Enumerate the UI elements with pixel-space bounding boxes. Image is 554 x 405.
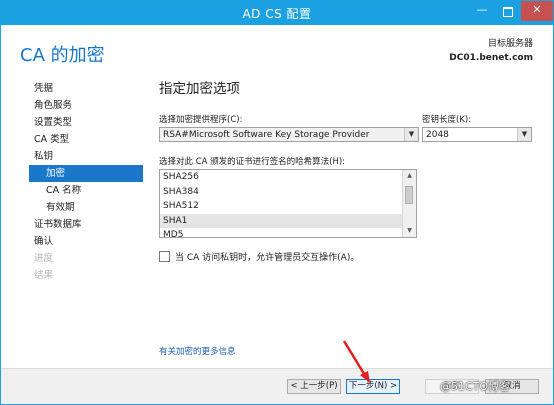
- next-button[interactable]: 下一步(N) >: [346, 379, 400, 394]
- hash-list-scrollbar[interactable]: ▲ ▼: [402, 170, 416, 237]
- target-server-label: 目标服务器: [487, 39, 533, 49]
- provider-value: RSA#Microsoft Software Key Storage Provi…: [163, 130, 370, 140]
- page-title: CA 的加密: [20, 45, 105, 66]
- section-title: 指定加密选项: [159, 81, 240, 97]
- nav-item-cryptography[interactable]: 加密: [29, 165, 143, 182]
- nav-item-ca-name[interactable]: CA 名称: [29, 182, 143, 199]
- nav-item-role-services[interactable]: 角色服务: [29, 97, 143, 114]
- hash-algorithm-list[interactable]: SHA256 SHA384 SHA512 SHA1 MD5 ▲ ▼: [159, 169, 417, 238]
- more-info-link[interactable]: 有关加密的更多信息: [159, 345, 236, 357]
- provider-select[interactable]: RSA#Microsoft Software Key Storage Provi…: [159, 127, 419, 142]
- key-length-label: 密钥长度(K):: [422, 115, 472, 125]
- list-item[interactable]: SHA512: [160, 199, 403, 214]
- key-length-value: 2048: [426, 130, 449, 140]
- nav-item-certificate-database[interactable]: 证书数据库: [29, 216, 143, 233]
- list-item[interactable]: SHA384: [160, 185, 403, 200]
- nav-item-credentials[interactable]: 凭据: [29, 80, 143, 97]
- admin-interaction-option: 当 CA 访问私钥时，允许管理员交互操作(A)。: [159, 250, 359, 263]
- scroll-up-icon[interactable]: ▲: [403, 170, 416, 182]
- hash-label: 选择对此 CA 颁发的证书进行签名的哈希算法(H):: [159, 157, 346, 167]
- close-icon: ✕: [532, 3, 542, 16]
- admin-interaction-label: 当 CA 访问私钥时，允许管理员交互操作(A)。: [175, 253, 360, 263]
- list-item[interactable]: SHA256: [160, 170, 403, 185]
- nav-item-confirmation[interactable]: 确认: [29, 233, 143, 250]
- admin-interaction-checkbox[interactable]: [159, 251, 170, 262]
- nav-item-results: 结果: [34, 270, 54, 281]
- chevron-down-icon: ▼: [517, 128, 531, 141]
- scroll-thumb[interactable]: [405, 186, 413, 204]
- target-server-info: 目标服务器 DC01.benet.com: [449, 37, 533, 65]
- provider-label: 选择加密提供程序(C):: [159, 115, 243, 125]
- watermark: @51CTO博客: [440, 380, 511, 393]
- nav-item-private-key[interactable]: 私钥: [29, 148, 143, 165]
- nav-item-ca-type[interactable]: CA 类型: [29, 131, 143, 148]
- key-length-select[interactable]: 2048 ▼: [422, 127, 532, 142]
- nav-item-progress: 进度: [34, 253, 54, 264]
- content-area: 指定加密选项: [159, 77, 535, 97]
- previous-button[interactable]: < 上一步(P): [287, 379, 341, 394]
- chevron-down-icon: ▼: [404, 128, 418, 141]
- maximize-button[interactable]: [495, 1, 521, 21]
- scroll-down-icon[interactable]: ▼: [403, 225, 416, 237]
- target-server-name: DC01.benet.com: [449, 53, 533, 63]
- maximize-icon: [503, 7, 513, 17]
- list-item-selected[interactable]: SHA1: [160, 213, 403, 228]
- title-bar: AD CS 配置 — ✕: [1, 1, 553, 25]
- ad-cs-config-window: AD CS 配置 — ✕ CA 的加密 目标服务器 DC01.benet.com…: [0, 0, 554, 405]
- minimize-button[interactable]: —: [469, 1, 495, 21]
- close-button[interactable]: ✕: [521, 1, 553, 21]
- nav-item-setup-type[interactable]: 设置类型: [29, 114, 143, 131]
- list-item[interactable]: MD5: [160, 228, 403, 237]
- wizard-nav: 凭据 角色服务 设置类型 CA 类型 私钥 加密 CA 名称 有效期 证书数据库…: [29, 80, 143, 284]
- nav-item-validity-period[interactable]: 有效期: [29, 199, 143, 216]
